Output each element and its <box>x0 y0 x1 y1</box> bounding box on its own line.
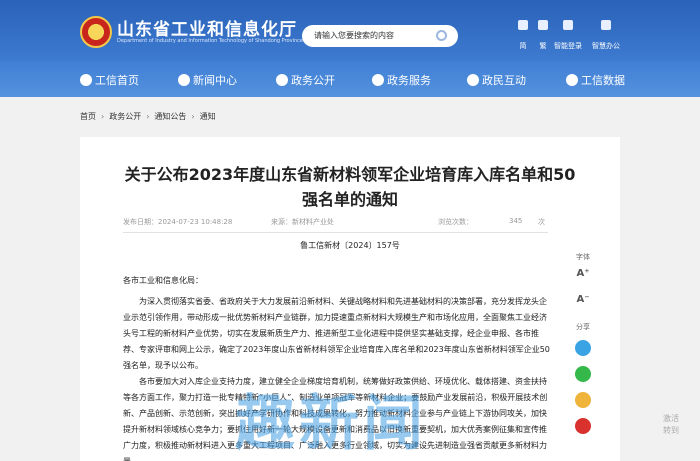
font-size-label: 字体 <box>576 253 590 261</box>
home-icon <box>80 74 92 86</box>
site-subtitle: Department of Industry and Information T… <box>117 38 303 44</box>
news-icon <box>178 74 190 86</box>
breadcrumb-home[interactable]: 首页 <box>80 111 96 122</box>
emblem-icon <box>80 16 112 48</box>
text-icon <box>538 20 548 30</box>
document-icon <box>276 74 288 86</box>
nav-interaction[interactable]: 政民互动 <box>467 72 526 88</box>
page-title: 关于公布2023年度山东省新材料领军企业培育库入库名单和50强名单的通知 <box>124 165 576 209</box>
nav-news[interactable]: 新闻中心 <box>178 72 237 88</box>
main-nav: 工信首页 新闻中心 政务公开 政务服务 政民互动 工信数据 <box>0 61 700 97</box>
publish-date: 发布日期：2024-07-23 10:48:28 <box>123 218 233 226</box>
font-increase-button[interactable]: A⁺ <box>574 268 592 279</box>
share-label: 分享 <box>576 323 590 331</box>
qzone-icon[interactable] <box>575 392 591 408</box>
article-source: 来源：新材料产业处 <box>271 218 334 226</box>
view-count-unit: 次 <box>538 218 545 226</box>
nav-gov-affairs[interactable]: 政务公开 <box>276 72 335 88</box>
site-header: 山东省工业和信息化厅 Department of Industry and In… <box>0 0 700 61</box>
side-toolbar: 字体 A⁺ A⁻ 分享 <box>571 252 595 452</box>
user-icon <box>563 20 573 30</box>
font-decrease-button[interactable]: A⁻ <box>574 294 592 305</box>
search-icon[interactable] <box>436 30 447 41</box>
search-placeholder: 请输入您要搜索的内容 <box>314 31 394 40</box>
view-count: 345 <box>509 217 523 225</box>
nav-home[interactable]: 工信首页 <box>80 72 139 88</box>
nav-data[interactable]: 工信数据 <box>566 72 625 88</box>
breadcrumb-separator: › <box>146 112 150 121</box>
nav-gov-service[interactable]: 政务服务 <box>372 72 431 88</box>
service-icon <box>372 74 384 86</box>
site-title[interactable]: 山东省工业和信息化厅 <box>117 15 297 40</box>
document-number: 鲁工信新材〔2024〕157号 <box>300 241 400 250</box>
search-input[interactable]: 请输入您要搜索的内容 <box>302 25 458 47</box>
breadcrumb-notice[interactable]: 通知 <box>200 111 216 122</box>
paragraph: 为深入贯彻落实省委、省政府关于大力发展前沿新材料、关键战略材料和先进基础材料的决… <box>123 297 550 370</box>
breadcrumb-separator: › <box>101 112 105 121</box>
weibo-icon[interactable] <box>575 418 591 434</box>
link-office[interactable]: 智慧办公 <box>591 20 621 52</box>
accessibility-icon <box>518 20 528 30</box>
wechat-icon[interactable] <box>575 366 591 382</box>
breadcrumb-notices[interactable]: 通知公告 <box>154 111 186 122</box>
watermark-logo: 趣新闻 <box>235 389 427 459</box>
header-links: 简 繁 智能登录 智慧办公 <box>508 20 628 50</box>
link-login[interactable]: 智能登录 <box>553 20 583 52</box>
salutation: 各市工业和信息化局： <box>123 276 203 285</box>
interaction-icon <box>467 74 479 86</box>
office-icon <box>601 20 611 30</box>
breadcrumb-gov-affairs[interactable]: 政务公开 <box>109 111 141 122</box>
data-icon <box>566 74 578 86</box>
breadcrumb-separator: › <box>191 112 195 121</box>
qq-icon[interactable] <box>575 340 591 356</box>
breadcrumb: 首页 › 政务公开 › 通知公告 › 通知 <box>80 111 216 125</box>
activation-watermark: 激活 转到 <box>663 414 679 435</box>
divider <box>123 232 548 233</box>
view-count-label: 浏览次数： <box>438 218 473 226</box>
